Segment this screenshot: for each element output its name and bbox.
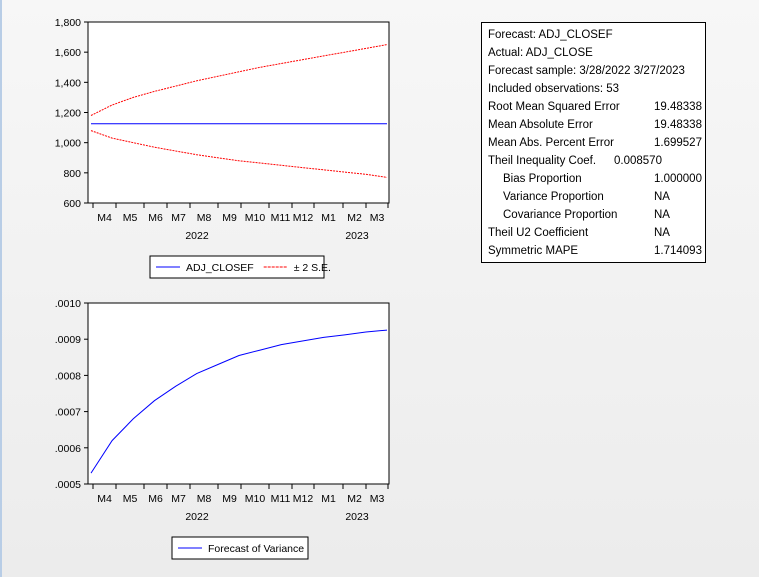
x-tick-label: M9 — [222, 212, 237, 224]
stat-label: Mean Abs. Percent Error — [488, 137, 614, 149]
stat-value: 19.48338 — [654, 101, 702, 113]
stat-row: Theil Inequality Coef. 0.008570 — [488, 152, 705, 170]
stat-value: NA — [654, 191, 670, 203]
legend-label: ± 2 S.E. — [294, 262, 331, 274]
x-tick-label: M3 — [370, 493, 385, 505]
stat-value: 19.48338 — [654, 119, 702, 131]
x-tick-label: M10 — [245, 493, 266, 505]
x-tick-label: M4 — [97, 212, 112, 224]
stat-row: Symmetric MAPE 1.714093 — [488, 242, 705, 260]
stat-value: NA — [654, 209, 670, 221]
x-tick-label: M6 — [148, 212, 163, 224]
x-tick-label: M7 — [171, 212, 186, 224]
x-tick-label: M8 — [197, 212, 212, 224]
stat-label: Symmetric MAPE — [488, 245, 579, 257]
x-tick-label: M4 — [97, 493, 112, 505]
x-tick-label: M5 — [123, 493, 138, 505]
stat-label: Root Mean Squared Error — [488, 101, 620, 113]
y-tick-label: 1,000 — [55, 138, 81, 150]
x-tick-label: M5 — [123, 212, 138, 224]
y-tick-label: 1,200 — [55, 108, 81, 120]
forecast-sample: Forecast sample: 3/28/2022 3/27/2023 — [488, 65, 685, 77]
y-tick-label: .0009 — [55, 334, 81, 346]
included-observations: Included observations: 53 — [488, 83, 620, 95]
stat-label: Theil Inequality Coef. — [488, 155, 597, 167]
x-year-label: 2022 — [185, 511, 209, 523]
stat-label: Mean Absolute Error — [488, 119, 593, 131]
x-tick-label: M12 — [293, 212, 314, 224]
stat-row: Root Mean Squared Error 19.48338 — [488, 98, 705, 116]
x-year-label: 2023 — [345, 511, 369, 523]
y-tick-label: .0007 — [55, 407, 81, 419]
x-tick-label: M11 — [271, 493, 291, 505]
y-tick-label: 1,800 — [55, 17, 81, 29]
y-tick-label: .0008 — [55, 370, 81, 382]
x-year-label: 2023 — [345, 230, 369, 242]
x-tick-label: M2 — [347, 212, 362, 224]
plot-area — [87, 21, 390, 204]
stat-row: Theil U2 Coefficient NA — [488, 224, 705, 242]
stat-value: 1.000000 — [654, 173, 702, 185]
y-tick-label: 600 — [63, 198, 81, 210]
x-tick-label: M1 — [321, 212, 336, 224]
stat-label: Covariance Proportion — [503, 209, 618, 221]
stat-value: 0.008570 — [614, 155, 662, 167]
stat-label: Bias Proportion — [503, 173, 582, 185]
x-tick-label: M12 — [293, 493, 314, 505]
x-tick-label: M2 — [347, 493, 362, 505]
stat-value: 1.699527 — [654, 137, 702, 149]
legend-label: Forecast of Variance — [208, 543, 304, 555]
x-tick-label: M9 — [222, 493, 237, 505]
x-tick-label: M8 — [197, 493, 212, 505]
x-year-label: 2022 — [185, 230, 209, 242]
stat-row: Variance Proportion NA — [488, 188, 705, 206]
x-tick-label: M11 — [271, 212, 291, 224]
legend-label: ADJ_CLOSEF — [186, 262, 254, 274]
x-tick-label: M10 — [245, 212, 266, 224]
y-tick-label: 800 — [63, 168, 81, 180]
y-tick-label: 1,600 — [55, 47, 81, 59]
x-tick-label: M3 — [370, 212, 385, 224]
stat-value: NA — [654, 227, 670, 239]
plot-area — [87, 302, 390, 485]
stat-row: Mean Abs. Percent Error 1.699527 — [488, 134, 705, 152]
stat-row: Covariance Proportion NA — [488, 206, 705, 224]
stat-value: 1.714093 — [654, 245, 702, 257]
x-tick-label: M7 — [171, 493, 186, 505]
actual-name: Actual: ADJ_CLOSE — [488, 47, 593, 59]
stat-label: Variance Proportion — [503, 191, 604, 203]
forecast-name: Forecast: ADJ_CLOSEF — [488, 29, 613, 41]
forecast-statistics-table: Forecast: ADJ_CLOSEF Actual: ADJ_CLOSE F… — [481, 22, 706, 263]
stat-row: Bias Proportion 1.000000 — [488, 170, 705, 188]
x-tick-label: M6 — [148, 493, 163, 505]
y-tick-label: 1,400 — [55, 77, 81, 89]
stat-label: Theil U2 Coefficient — [488, 227, 589, 239]
y-tick-label: .0010 — [55, 298, 81, 310]
stat-row: Mean Absolute Error 19.48338 — [488, 116, 705, 134]
x-tick-label: M1 — [321, 493, 336, 505]
y-tick-label: .0005 — [55, 479, 81, 491]
y-tick-label: .0006 — [55, 443, 81, 455]
